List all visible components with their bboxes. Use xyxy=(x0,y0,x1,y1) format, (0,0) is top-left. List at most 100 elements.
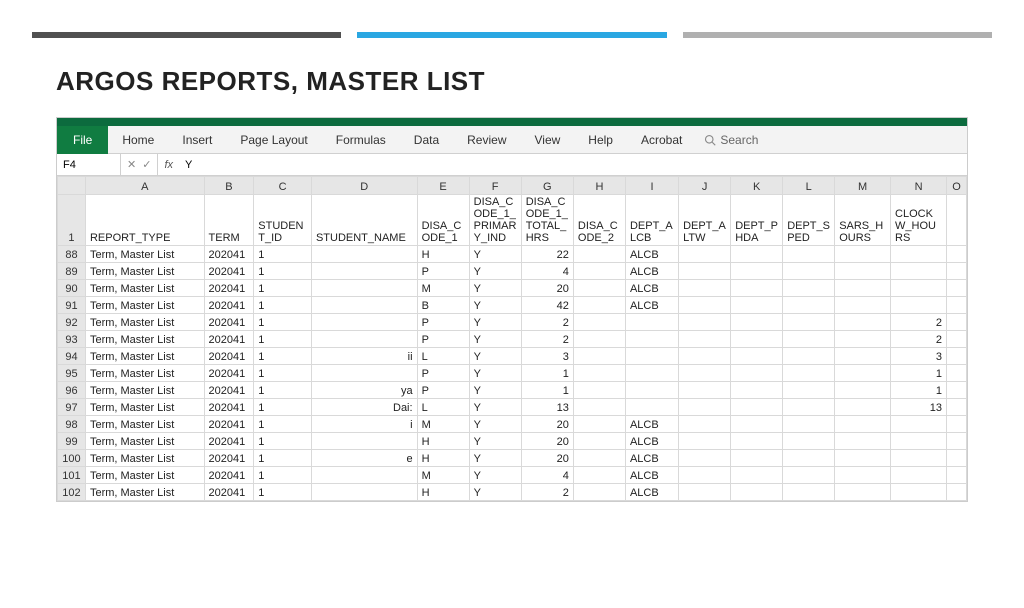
cell[interactable]: 1 xyxy=(254,382,312,399)
cell[interactable]: B xyxy=(417,297,469,314)
cell[interactable] xyxy=(625,331,678,348)
cell[interactable] xyxy=(835,263,891,280)
cell[interactable] xyxy=(835,280,891,297)
col-header-J[interactable]: J xyxy=(679,177,731,195)
cell[interactable]: 1 xyxy=(254,399,312,416)
cell[interactable] xyxy=(783,365,835,382)
ribbon-tab-insert[interactable]: Insert xyxy=(168,126,226,154)
cell[interactable] xyxy=(947,263,967,280)
cell[interactable]: Y xyxy=(469,399,521,416)
cell[interactable]: ii xyxy=(311,348,417,365)
row-header[interactable]: 98 xyxy=(58,416,86,433)
formula-value[interactable]: Y xyxy=(179,159,198,171)
name-box[interactable]: F4 xyxy=(57,154,121,176)
field-header[interactable]: STUDENT_NAME xyxy=(311,195,417,246)
cancel-icon[interactable]: ✕ xyxy=(127,158,136,171)
cell[interactable] xyxy=(947,484,967,501)
cell[interactable]: L xyxy=(417,399,469,416)
cell[interactable] xyxy=(783,382,835,399)
ribbon-tab-data[interactable]: Data xyxy=(400,126,453,154)
cell[interactable]: 1 xyxy=(521,365,573,382)
cell[interactable] xyxy=(573,433,625,450)
cell[interactable]: 202041 xyxy=(204,331,254,348)
cell[interactable] xyxy=(891,263,947,280)
cell[interactable] xyxy=(573,263,625,280)
cell[interactable]: 1 xyxy=(254,433,312,450)
cell[interactable]: 202041 xyxy=(204,280,254,297)
cell[interactable] xyxy=(573,399,625,416)
cell[interactable] xyxy=(947,450,967,467)
cell[interactable]: P xyxy=(417,263,469,280)
cell[interactable]: 1 xyxy=(254,450,312,467)
accept-icon[interactable]: ✓ xyxy=(142,158,151,171)
cell[interactable] xyxy=(947,416,967,433)
cell[interactable]: Y xyxy=(469,467,521,484)
cell[interactable] xyxy=(679,450,731,467)
cell[interactable] xyxy=(891,246,947,263)
cell[interactable] xyxy=(311,331,417,348)
cell[interactable] xyxy=(947,348,967,365)
cell[interactable]: 20 xyxy=(521,416,573,433)
cell[interactable]: Term, Master List xyxy=(85,467,204,484)
cell[interactable]: ALCB xyxy=(625,467,678,484)
cell[interactable]: 20 xyxy=(521,450,573,467)
cell[interactable]: 1 xyxy=(254,348,312,365)
cell[interactable] xyxy=(891,416,947,433)
cell[interactable] xyxy=(891,484,947,501)
cell[interactable] xyxy=(573,382,625,399)
cell[interactable] xyxy=(731,433,783,450)
cell[interactable] xyxy=(311,433,417,450)
cell[interactable] xyxy=(573,280,625,297)
cell[interactable] xyxy=(891,450,947,467)
cell[interactable]: 1 xyxy=(254,484,312,501)
cell[interactable] xyxy=(783,467,835,484)
cell[interactable] xyxy=(891,433,947,450)
cell[interactable] xyxy=(573,365,625,382)
col-header-G[interactable]: G xyxy=(521,177,573,195)
formula-buttons[interactable]: ✕ ✓ xyxy=(121,154,158,176)
cell[interactable]: 1 xyxy=(521,382,573,399)
cell[interactable] xyxy=(731,450,783,467)
row-header[interactable]: 102 xyxy=(58,484,86,501)
cell[interactable]: Term, Master List xyxy=(85,348,204,365)
cell[interactable] xyxy=(679,348,731,365)
ribbon-tab-formulas[interactable]: Formulas xyxy=(322,126,400,154)
cell[interactable]: Term, Master List xyxy=(85,416,204,433)
cell[interactable]: 202041 xyxy=(204,365,254,382)
field-header[interactable]: TERM xyxy=(204,195,254,246)
cell[interactable] xyxy=(731,297,783,314)
cell[interactable]: Term, Master List xyxy=(85,382,204,399)
cell[interactable]: e xyxy=(311,450,417,467)
cell[interactable] xyxy=(731,348,783,365)
cell[interactable]: ALCB xyxy=(625,433,678,450)
cell[interactable] xyxy=(573,416,625,433)
col-header-E[interactable]: E xyxy=(417,177,469,195)
row-header[interactable]: 92 xyxy=(58,314,86,331)
cell[interactable]: 42 xyxy=(521,297,573,314)
field-header[interactable]: DEPT_ALTW xyxy=(679,195,731,246)
cell[interactable]: P xyxy=(417,314,469,331)
cell[interactable] xyxy=(731,314,783,331)
field-header[interactable]: STUDENT_ID xyxy=(254,195,312,246)
cell[interactable]: ALCB xyxy=(625,450,678,467)
cell[interactable] xyxy=(731,280,783,297)
field-header[interactable]: REPORT_TYPE xyxy=(85,195,204,246)
cell[interactable] xyxy=(835,314,891,331)
cell[interactable]: Term, Master List xyxy=(85,365,204,382)
col-header-F[interactable]: F xyxy=(469,177,521,195)
row-header[interactable]: 93 xyxy=(58,331,86,348)
select-all-corner[interactable] xyxy=(58,177,86,195)
cell[interactable]: 20 xyxy=(521,433,573,450)
cell[interactable]: 202041 xyxy=(204,348,254,365)
ribbon-tab-review[interactable]: Review xyxy=(453,126,520,154)
cell[interactable]: 202041 xyxy=(204,399,254,416)
cell[interactable]: Y xyxy=(469,433,521,450)
field-header[interactable]: DEPT_SPED xyxy=(783,195,835,246)
cell[interactable]: Y xyxy=(469,263,521,280)
cell[interactable] xyxy=(573,467,625,484)
cell[interactable]: 4 xyxy=(521,263,573,280)
cell[interactable] xyxy=(625,365,678,382)
cell[interactable] xyxy=(625,382,678,399)
row-header[interactable]: 100 xyxy=(58,450,86,467)
cell[interactable]: ALCB xyxy=(625,416,678,433)
